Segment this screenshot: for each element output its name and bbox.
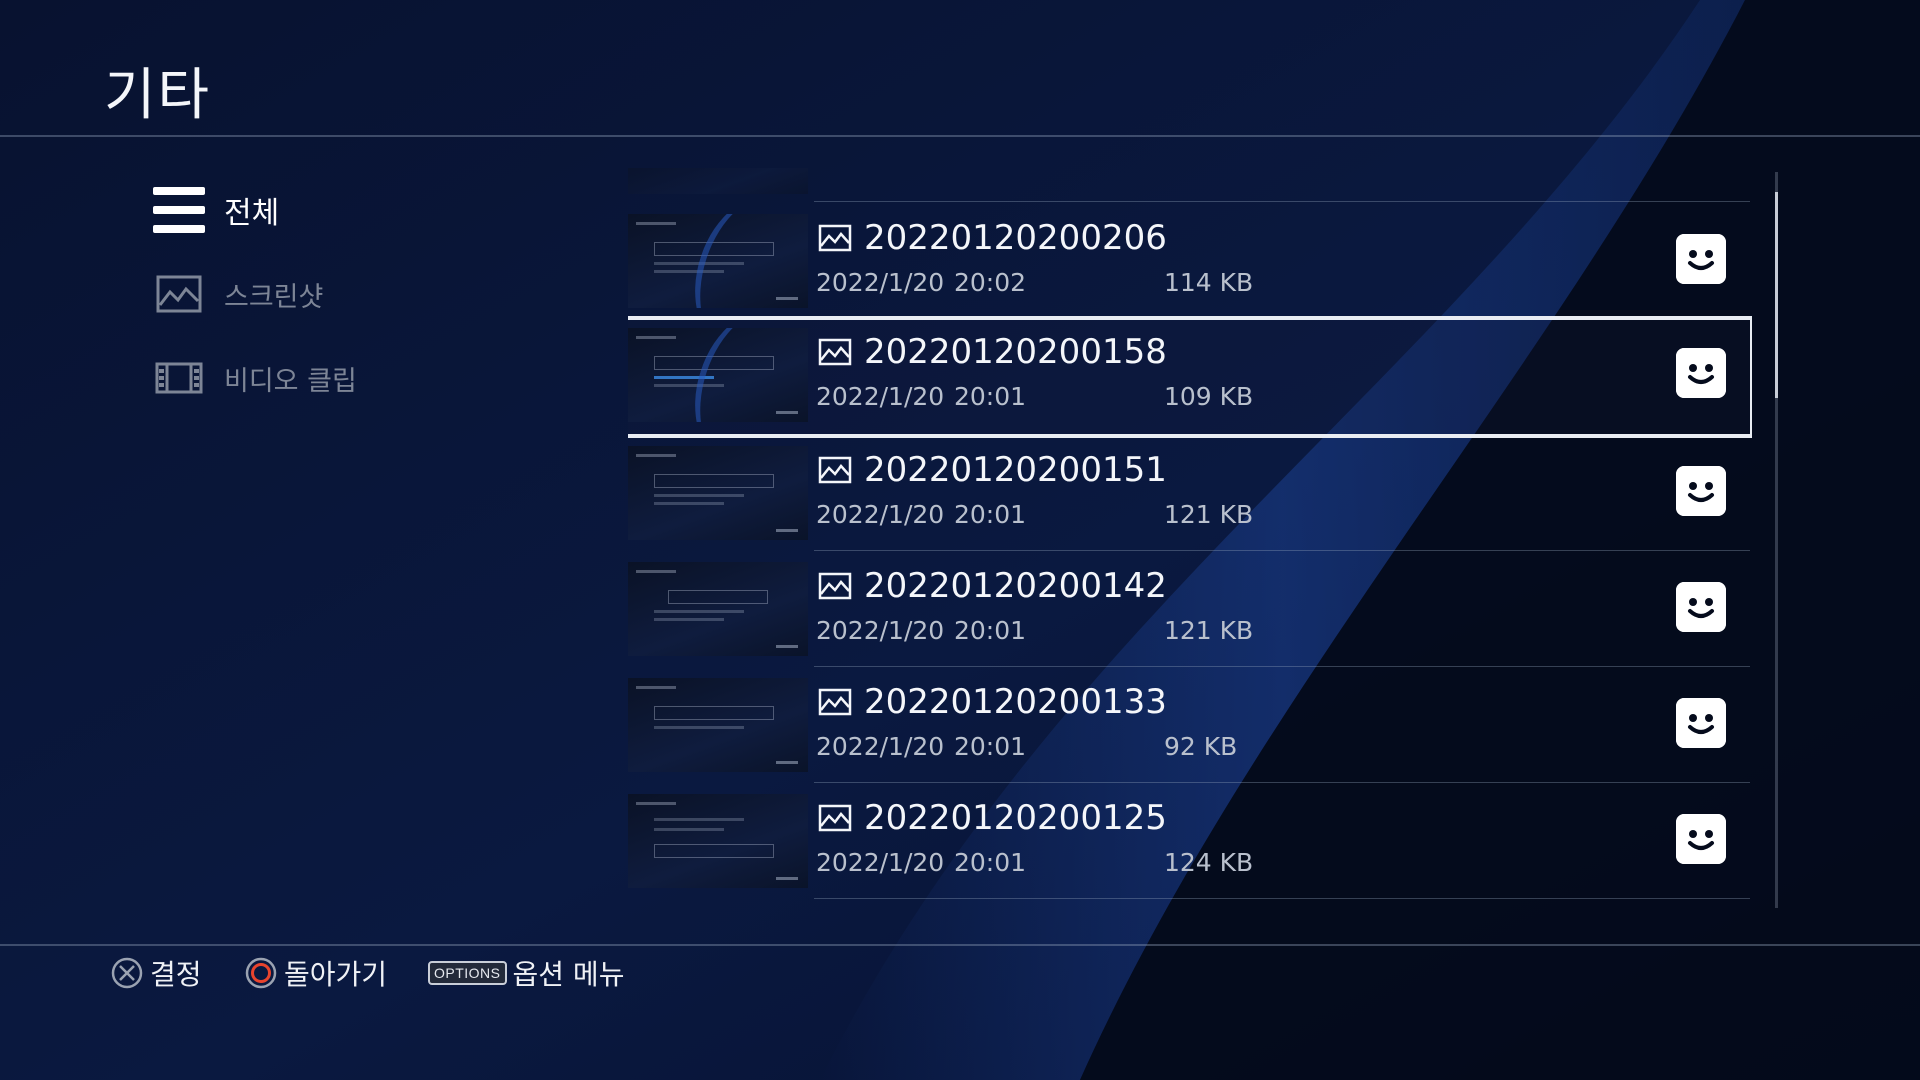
thumbnail xyxy=(628,794,808,888)
list-item-selected[interactable]: 20220120200158 2022/1/20 20:01 109 KB xyxy=(628,316,1752,438)
image-icon xyxy=(818,456,852,484)
confirm-label: 결정 xyxy=(150,958,202,991)
file-date: 2022/1/20 xyxy=(816,268,945,297)
screenshot-icon xyxy=(150,265,208,323)
file-time: 20:01 xyxy=(954,732,1027,761)
file-size: 124 KB xyxy=(1164,848,1254,877)
cross-button-icon xyxy=(111,957,143,989)
header-divider xyxy=(0,135,1920,137)
file-size: 121 KB xyxy=(1164,616,1254,645)
row-divider xyxy=(814,898,1750,899)
options-button-icon: OPTIONS xyxy=(428,961,507,985)
scrollbar-thumb[interactable] xyxy=(1775,192,1778,398)
back-hint[interactable]: 돌아가기 xyxy=(244,946,387,1000)
file-date: 2022/1/20 xyxy=(816,500,945,529)
image-icon xyxy=(818,224,852,252)
file-size: 109 KB xyxy=(1164,382,1254,411)
thumbnail xyxy=(628,214,808,308)
options-label: 옵션 메뉴 xyxy=(512,958,625,991)
back-label: 돌아가기 xyxy=(284,958,388,991)
smiley-face-icon xyxy=(1676,582,1726,632)
image-icon xyxy=(818,804,852,832)
list-item[interactable]: 20220120200151 2022/1/20 20:01 121 KB xyxy=(628,434,1752,550)
image-icon xyxy=(818,572,852,600)
thumbnail xyxy=(628,562,808,656)
file-date: 2022/1/20 xyxy=(816,732,945,761)
file-name: 20220120200158 xyxy=(864,332,1167,372)
image-icon xyxy=(818,688,852,716)
smiley-face-icon xyxy=(1676,814,1726,864)
sidebar-item-label: 비디오 클립 xyxy=(224,365,357,397)
list-item[interactable]: 20220120200142 2022/1/20 20:01 121 KB xyxy=(628,550,1752,666)
list-item[interactable]: 20220120200133 2022/1/20 20:01 92 KB xyxy=(628,666,1752,782)
page-title: 기타 xyxy=(104,63,212,128)
thumbnail xyxy=(628,678,808,772)
image-icon xyxy=(818,338,852,366)
file-list: 20220120200206 2022/1/20 20:02 114 KB 20… xyxy=(628,168,1752,908)
file-name: 20220120200206 xyxy=(864,218,1167,258)
file-size: 92 KB xyxy=(1164,732,1238,761)
file-name: 20220120200133 xyxy=(864,682,1167,722)
smiley-face-icon xyxy=(1676,234,1726,284)
smiley-face-icon xyxy=(1676,348,1726,398)
list-item[interactable]: 20220120200125 2022/1/20 20:01 124 KB xyxy=(628,782,1752,898)
file-name: 20220120200142 xyxy=(864,566,1167,606)
hamburger-menu-icon xyxy=(150,181,208,239)
file-time: 20:01 xyxy=(954,616,1027,645)
circle-button-icon xyxy=(245,957,277,989)
file-date: 2022/1/20 xyxy=(816,848,945,877)
thumbnail xyxy=(628,328,808,422)
options-hint[interactable]: OPTIONS 옵션 메뉴 xyxy=(428,946,624,1000)
file-size: 121 KB xyxy=(1164,500,1254,529)
file-date: 2022/1/20 xyxy=(816,382,945,411)
file-time: 20:02 xyxy=(954,268,1027,297)
file-name: 20220120200151 xyxy=(864,450,1167,490)
list-item[interactable]: 20220120200206 2022/1/20 20:02 114 KB xyxy=(628,202,1752,318)
smiley-face-icon xyxy=(1676,698,1726,748)
file-time: 20:01 xyxy=(954,848,1027,877)
sidebar-item-video-clip[interactable]: 비디오 클립 xyxy=(150,346,470,410)
film-strip-icon xyxy=(150,349,208,407)
file-size: 114 KB xyxy=(1164,268,1254,297)
sidebar-item-label: 스크린샷 xyxy=(224,281,324,313)
file-name: 20220120200125 xyxy=(864,798,1167,838)
file-date: 2022/1/20 xyxy=(816,616,945,645)
file-time: 20:01 xyxy=(954,500,1027,529)
smiley-face-icon xyxy=(1676,466,1726,516)
sidebar-item-all[interactable]: 전체 xyxy=(150,178,470,242)
button-hints: 결정 돌아가기 OPTIONS 옵션 메뉴 xyxy=(0,946,1920,1000)
confirm-hint[interactable]: 결정 xyxy=(110,946,202,1000)
sidebar-item-label: 전체 xyxy=(224,196,280,231)
thumbnail xyxy=(628,168,808,194)
file-time: 20:01 xyxy=(954,382,1027,411)
thumbnail xyxy=(628,446,808,540)
sidebar-item-screenshot[interactable]: 스크린샷 xyxy=(150,262,470,326)
